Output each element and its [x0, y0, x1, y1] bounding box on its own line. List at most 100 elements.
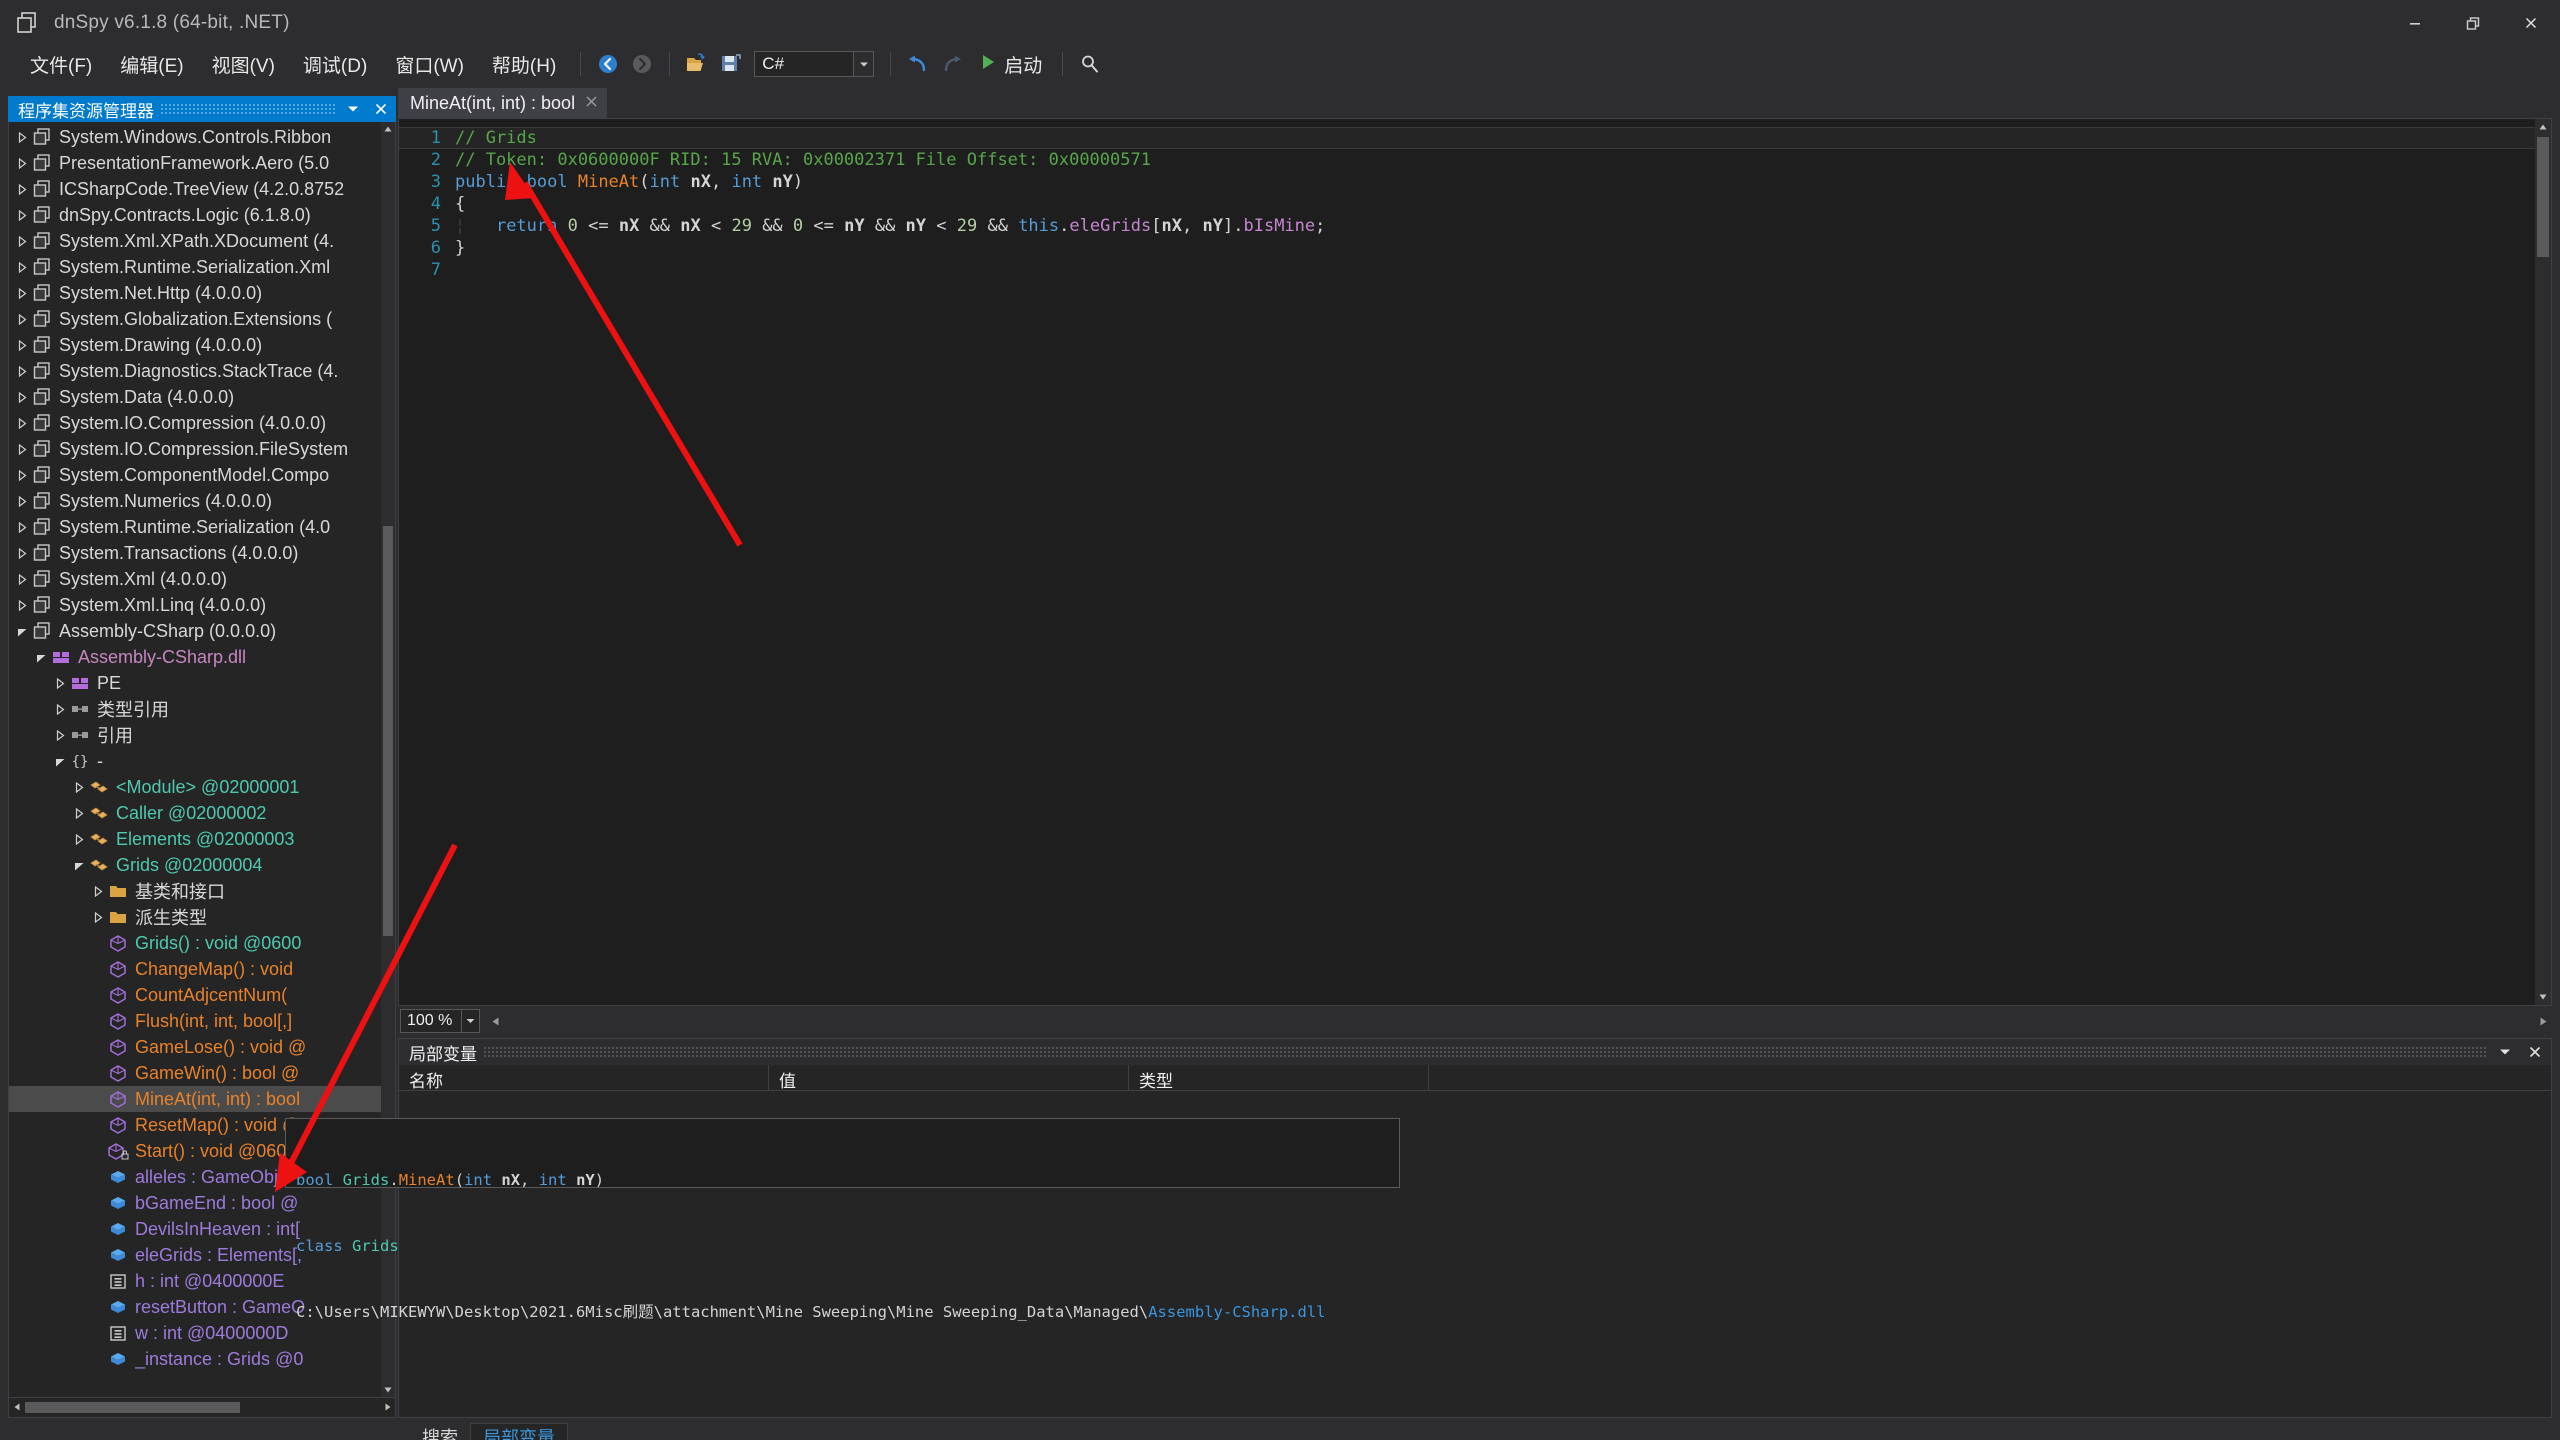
chevron-right-icon[interactable] — [13, 254, 31, 280]
tree-node[interactable]: dnSpy.Contracts.Logic (6.1.8.0) — [9, 202, 381, 228]
chevron-right-icon[interactable] — [13, 202, 31, 228]
tab-locals[interactable]: 局部变量 — [470, 1423, 568, 1440]
chevron-right-icon[interactable] — [51, 670, 69, 696]
chevron-right-icon[interactable] — [13, 566, 31, 592]
tree-node[interactable]: GameWin() : bool @ — [9, 1060, 381, 1086]
tooltip-token[interactable]: Assembly-CSharp.dll — [1148, 1303, 1325, 1321]
chevron-down-icon[interactable] — [2493, 1041, 2517, 1063]
scroll-up-icon[interactable] — [2536, 119, 2550, 135]
tree-node[interactable]: Elements @02000003 — [9, 826, 381, 852]
tree-node[interactable]: GameLose() : void @ — [9, 1034, 381, 1060]
chevron-down-icon[interactable] — [70, 852, 88, 878]
chevron-right-icon[interactable] — [13, 124, 31, 150]
tree-node[interactable]: System.Transactions (4.0.0.0) — [9, 540, 381, 566]
chevron-down-icon[interactable] — [461, 1010, 479, 1032]
chevron-right-icon[interactable] — [13, 540, 31, 566]
code-line[interactable]: 6} — [399, 237, 2551, 259]
tree-node[interactable]: System.Drawing (4.0.0.0) — [9, 332, 381, 358]
tree-node[interactable]: 引用 — [9, 722, 381, 748]
search-icon[interactable] — [1073, 49, 1107, 79]
tree-node[interactable]: System.Xml (4.0.0.0) — [9, 566, 381, 592]
tree-node[interactable]: System.Globalization.Extensions ( — [9, 306, 381, 332]
tree-node[interactable]: PE — [9, 670, 381, 696]
scroll-up-icon[interactable] — [381, 122, 395, 136]
editor-scrollbar-thumb[interactable] — [2537, 137, 2549, 257]
menu-file[interactable]: 文件(F) — [16, 47, 106, 82]
column-header-value[interactable]: 值 — [769, 1065, 1129, 1091]
chevron-right-icon[interactable] — [13, 332, 31, 358]
menu-debug[interactable]: 调试(D) — [289, 47, 381, 82]
chevron-down-icon[interactable] — [342, 98, 364, 120]
panel-drag-grip[interactable] — [160, 103, 336, 115]
chevron-right-icon[interactable] — [13, 358, 31, 384]
tree-node[interactable]: System.Runtime.Serialization.Xml — [9, 254, 381, 280]
tree-node[interactable]: <Module> @02000001 — [9, 774, 381, 800]
tree-node[interactable]: {} - — [9, 748, 381, 774]
scroll-right-icon[interactable] — [2534, 1011, 2552, 1031]
code-line[interactable]: 1 // Grids — [399, 127, 2551, 149]
code-line[interactable]: 3 public bool MineAt(int nX, int nY) — [399, 171, 2551, 193]
tree-node[interactable]: Assembly-CSharp (0.0.0.0) — [9, 618, 381, 644]
tree-node[interactable]: System.ComponentModel.Compo — [9, 462, 381, 488]
menu-window[interactable]: 窗口(W) — [381, 47, 478, 82]
close-icon[interactable] — [370, 98, 392, 120]
chevron-right-icon[interactable] — [13, 228, 31, 254]
tree-horizontal-scrollbar[interactable] — [8, 1398, 396, 1418]
undo-icon[interactable] — [901, 49, 935, 79]
tree-node[interactable]: 基类和接口 — [9, 878, 381, 904]
close-icon[interactable] — [2523, 1041, 2547, 1063]
scroll-left-icon[interactable] — [486, 1011, 504, 1031]
zoom-combo[interactable]: 100 % — [400, 1009, 480, 1033]
chevron-down-icon[interactable] — [51, 748, 69, 774]
chevron-right-icon[interactable] — [89, 878, 107, 904]
chevron-right-icon[interactable] — [13, 592, 31, 618]
tree-node[interactable]: System.IO.Compression.FileSystem — [9, 436, 381, 462]
tree-node[interactable]: System.Windows.Controls.Ribbon — [9, 124, 381, 150]
start-button[interactable]: 启动 — [969, 49, 1052, 80]
tree-node[interactable]: Caller @02000002 — [9, 800, 381, 826]
chevron-down-icon[interactable] — [13, 618, 31, 644]
scroll-left-icon[interactable] — [9, 1398, 24, 1416]
redo-icon[interactable] — [935, 49, 969, 79]
tree-node[interactable]: Grids() : void @0600 — [9, 930, 381, 956]
chevron-down-icon[interactable] — [32, 644, 50, 670]
chevron-right-icon[interactable] — [13, 280, 31, 306]
tree-node[interactable]: System.Numerics (4.0.0.0) — [9, 488, 381, 514]
menu-view[interactable]: 视图(V) — [198, 47, 289, 82]
tree-node[interactable]: System.Net.Http (4.0.0.0) — [9, 280, 381, 306]
open-folder-icon[interactable] — [680, 49, 714, 79]
tree-node[interactable]: System.Xml.XPath.XDocument (4. — [9, 228, 381, 254]
chevron-right-icon[interactable] — [13, 436, 31, 462]
tree-hscrollbar-thumb[interactable] — [25, 1402, 240, 1413]
scroll-right-icon[interactable] — [380, 1398, 395, 1416]
tree-node[interactable]: PresentationFramework.Aero (5.0 — [9, 150, 381, 176]
tree-node[interactable]: CountAdjcentNum( — [9, 982, 381, 1008]
code-line[interactable]: 5 ¦ return 0 <= nX && nX < 29 && 0 <= nY … — [399, 215, 2551, 237]
chevron-right-icon[interactable] — [13, 410, 31, 436]
chevron-right-icon[interactable] — [51, 722, 69, 748]
menu-edit[interactable]: 编辑(E) — [106, 47, 197, 82]
chevron-right-icon[interactable] — [13, 462, 31, 488]
tree-node[interactable]: Grids @02000004 — [9, 852, 381, 878]
editor-horizontal-scrollbar[interactable] — [486, 1011, 2552, 1031]
editor-vertical-scrollbar[interactable] — [2535, 119, 2551, 1005]
tree-node[interactable]: System.Runtime.Serialization (4.0 — [9, 514, 381, 540]
chevron-right-icon[interactable] — [89, 904, 107, 930]
column-header-name[interactable]: 名称 — [399, 1065, 769, 1091]
code-line[interactable]: 4{ — [399, 193, 2551, 215]
tree-node[interactable]: ICSharpCode.TreeView (4.2.0.8752 — [9, 176, 381, 202]
tree-scrollbar-thumb[interactable] — [383, 526, 393, 936]
tree-node-selected[interactable]: MineAt(int, int) : bool — [9, 1086, 381, 1112]
code-line[interactable]: 2 // Token: 0x0600000F RID: 15 RVA: 0x000… — [399, 149, 2551, 171]
tree-node[interactable]: ChangeMap() : void — [9, 956, 381, 982]
tree-node[interactable]: 类型引用 — [9, 696, 381, 722]
close-icon[interactable] — [585, 93, 598, 113]
forward-arrow-icon[interactable] — [625, 49, 659, 79]
minimize-button[interactable] — [2386, 0, 2444, 46]
editor-tab-mineat[interactable]: MineAt(int, int) : bool — [398, 88, 608, 118]
chevron-right-icon[interactable] — [13, 514, 31, 540]
locals-drag-grip[interactable] — [483, 1046, 2487, 1058]
menu-help[interactable]: 帮助(H) — [478, 47, 570, 82]
chevron-down-icon[interactable] — [853, 52, 874, 76]
tree-node[interactable]: Flush(int, int, bool[,] — [9, 1008, 381, 1034]
